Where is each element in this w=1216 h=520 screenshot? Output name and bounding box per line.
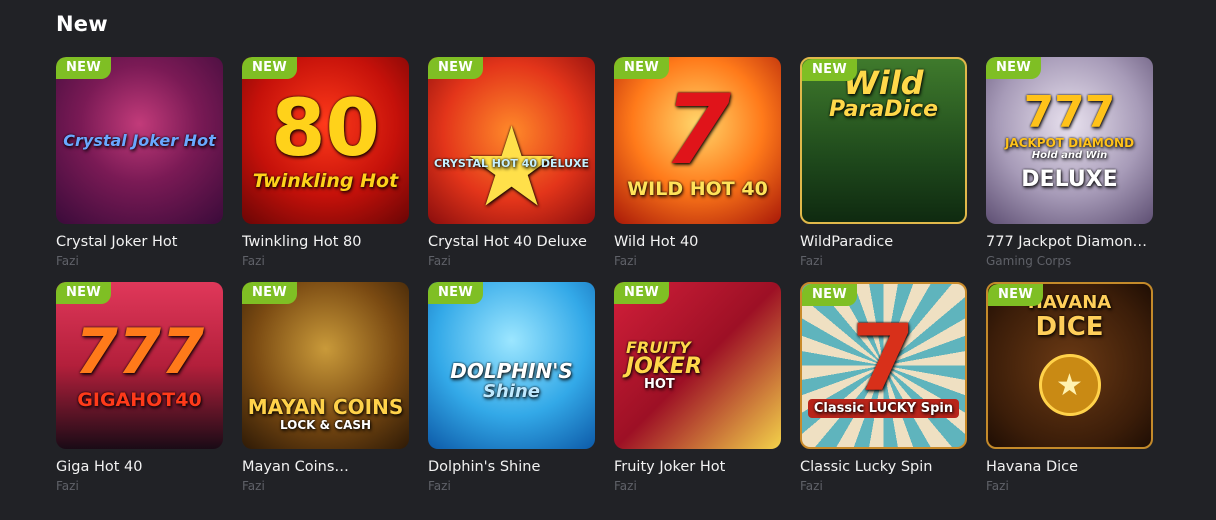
game-thumbnail[interactable]: NEW Wild ParaDice xyxy=(800,57,967,224)
game-art: FRUITY JOKER HOT xyxy=(626,338,702,392)
game-art: Wild ParaDice xyxy=(828,64,939,122)
new-badge: NEW xyxy=(242,57,297,79)
game-card[interactable]: NEW Wild ParaDice WildParadice Fazi xyxy=(800,57,967,268)
game-art: HAVANA DICE ★ xyxy=(988,284,1151,447)
game-provider: Fazi xyxy=(800,479,823,493)
game-provider: Fazi xyxy=(242,254,265,268)
new-badge: NEW xyxy=(986,57,1041,79)
new-badge: NEW xyxy=(56,57,111,79)
new-badge: NEW xyxy=(802,59,857,81)
game-thumbnail[interactable]: NEW Crystal Joker Hot xyxy=(56,57,223,224)
game-card[interactable]: NEW 80 Twinkling Hot Twinkling Hot 80 Fa… xyxy=(242,57,409,268)
game-art: DOLPHIN'S Shine xyxy=(450,358,573,402)
new-badge: NEW xyxy=(428,57,483,79)
game-art: 7 Classic LUCKY Spin xyxy=(802,284,965,447)
game-provider: Fazi xyxy=(56,254,79,268)
game-thumbnail[interactable]: NEW MAYAN COINS LOCK & CASH xyxy=(242,282,409,449)
new-badge: NEW xyxy=(614,57,669,79)
game-provider: Fazi xyxy=(986,479,1009,493)
game-title[interactable]: Fruity Joker Hot xyxy=(614,459,781,475)
game-title[interactable]: Giga Hot 40 xyxy=(56,459,223,475)
game-title[interactable]: Twinkling Hot 80 xyxy=(242,234,409,250)
new-badge: NEW xyxy=(614,282,669,304)
new-badge: NEW xyxy=(802,284,857,306)
game-title[interactable]: 777 Jackpot Diamon… xyxy=(986,234,1153,250)
game-title[interactable]: Dolphin's Shine xyxy=(428,459,595,475)
game-art: 80 Twinkling Hot xyxy=(252,84,399,192)
game-thumbnail[interactable]: NEW ★ CRYSTAL HOT 40 DELUXE xyxy=(428,57,595,224)
new-badge: NEW xyxy=(56,282,111,304)
game-thumbnail[interactable]: NEW 7 WILD HOT 40 xyxy=(614,57,781,224)
game-title[interactable]: Crystal Hot 40 Deluxe xyxy=(428,234,595,250)
game-card[interactable]: NEW Crystal Joker Hot Crystal Joker Hot … xyxy=(56,57,223,268)
new-badge: NEW xyxy=(428,282,483,304)
game-thumbnail[interactable]: NEW DOLPHIN'S Shine xyxy=(428,282,595,449)
games-grid: NEW Crystal Joker Hot Crystal Joker Hot … xyxy=(56,57,1153,493)
game-card[interactable]: NEW ★ CRYSTAL HOT 40 DELUXE Crystal Hot … xyxy=(428,57,595,268)
game-provider: Fazi xyxy=(800,254,823,268)
game-thumbnail[interactable]: NEW FRUITY JOKER HOT xyxy=(614,282,781,449)
game-art: 777 JACKPOT DIAMOND Hold and Win DELUXE xyxy=(1004,86,1135,192)
game-title[interactable]: Crystal Joker Hot xyxy=(56,234,223,250)
game-title[interactable]: Wild Hot 40 xyxy=(614,234,781,250)
game-thumbnail[interactable]: NEW 777 GIGAHOT40 xyxy=(56,282,223,449)
game-art: MAYAN COINS LOCK & CASH xyxy=(247,395,404,432)
game-title[interactable]: Mayan Coins… xyxy=(242,459,409,475)
game-provider: Fazi xyxy=(242,479,265,493)
new-badge: NEW xyxy=(988,284,1043,306)
game-provider: Fazi xyxy=(614,254,637,268)
game-provider: Fazi xyxy=(428,254,451,268)
game-provider: Gaming Corps xyxy=(986,254,1072,268)
game-thumbnail[interactable]: NEW 7 Classic LUCKY Spin xyxy=(800,282,967,449)
game-provider: Fazi xyxy=(56,479,79,493)
game-provider: Fazi xyxy=(614,479,637,493)
game-art: ★ CRYSTAL HOT 40 DELUXE xyxy=(433,103,590,224)
game-title[interactable]: Classic Lucky Spin xyxy=(800,459,967,475)
game-card[interactable]: NEW 7 WILD HOT 40 Wild Hot 40 Fazi xyxy=(614,57,781,268)
game-card[interactable]: NEW HAVANA DICE ★ Havana Dice Fazi xyxy=(986,282,1153,493)
game-provider: Fazi xyxy=(428,479,451,493)
game-thumbnail[interactable]: NEW 80 Twinkling Hot xyxy=(242,57,409,224)
game-card[interactable]: NEW MAYAN COINS LOCK & CASH Mayan Coins…… xyxy=(242,282,409,493)
game-title[interactable]: WildParadice xyxy=(800,234,967,250)
game-title[interactable]: Havana Dice xyxy=(986,459,1153,475)
star-icon: ★ xyxy=(1038,354,1101,416)
game-card[interactable]: NEW 777 GIGAHOT40 Giga Hot 40 Fazi xyxy=(56,282,223,493)
new-badge: NEW xyxy=(242,282,297,304)
game-card[interactable]: NEW DOLPHIN'S Shine Dolphin's Shine Fazi xyxy=(428,282,595,493)
game-card[interactable]: NEW 777 JACKPOT DIAMOND Hold and Win DEL… xyxy=(986,57,1153,268)
game-thumbnail[interactable]: NEW HAVANA DICE ★ xyxy=(986,282,1153,449)
game-art: 777 GIGAHOT40 xyxy=(74,315,205,411)
game-thumbnail[interactable]: NEW 777 JACKPOT DIAMOND Hold and Win DEL… xyxy=(986,57,1153,224)
game-art: 7 WILD HOT 40 xyxy=(627,74,768,200)
game-art: Crystal Joker Hot xyxy=(63,130,216,150)
section-title: New xyxy=(56,12,108,36)
game-card[interactable]: NEW 7 Classic LUCKY Spin Classic Lucky S… xyxy=(800,282,967,493)
game-card[interactable]: NEW FRUITY JOKER HOT Fruity Joker Hot Fa… xyxy=(614,282,781,493)
